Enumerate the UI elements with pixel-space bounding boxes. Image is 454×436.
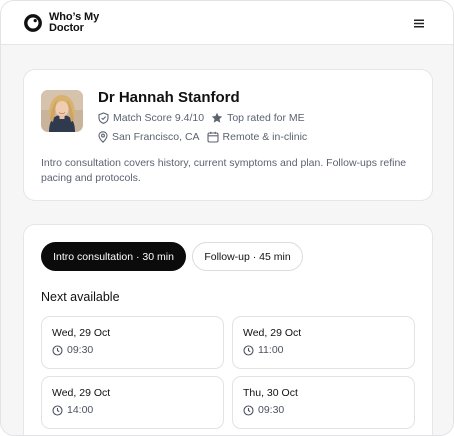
slot-time-text: 11:00 — [258, 344, 284, 356]
slot-time: 14:00 — [52, 404, 93, 416]
next-available-heading: Next available — [41, 290, 120, 304]
brand-line-2: Doctor — [49, 22, 84, 34]
brand-logo[interactable]: Who’s My Doctor — [49, 12, 99, 34]
doctor-description: Intro consultation covers history, curre… — [41, 157, 407, 184]
tab-intro-consultation[interactable]: Intro consultation · 30 min — [41, 242, 186, 271]
tab-follow-up[interactable]: Follow-up · 45 min — [192, 242, 303, 271]
time-slot[interactable]: Thu, 30 Oct 09:30 — [232, 376, 415, 429]
top-bar: Who’s My Doctor — [1, 1, 453, 45]
doctor-avatar — [41, 90, 83, 132]
calendar-icon — [206, 131, 219, 143]
doctor-badges: Match Score 9.4/10 Top rated for ME — [98, 112, 312, 124]
match-score-text: Match Score 9.4/10 — [113, 112, 205, 124]
time-slot[interactable]: Wed, 29 Oct 09:30 — [41, 316, 224, 369]
slot-date: Wed, 29 Oct — [52, 387, 111, 399]
slot-time: 11:00 — [243, 344, 284, 356]
match-score: Match Score 9.4/10 — [98, 112, 204, 124]
location-text: San Francisco, CA — [112, 131, 200, 143]
booking-card: Intro consultation · 30 min Follow-up · … — [23, 224, 433, 435]
rating-badge: Top rated for ME — [211, 112, 305, 124]
app-frame: Who’s My Doctor Dr Hannah Stanford Match… — [0, 0, 454, 436]
clock-icon — [52, 404, 63, 416]
clock-icon — [52, 344, 63, 356]
consult-mode: Remote & in-clinic — [206, 131, 308, 143]
menu-icon — [414, 19, 424, 27]
logo-ring-icon — [24, 14, 42, 32]
menu-button[interactable] — [410, 15, 428, 31]
slot-time-text: 09:30 — [67, 344, 94, 356]
location: San Francisco, CA — [98, 131, 200, 143]
slot-date: Wed, 29 Oct — [52, 327, 111, 339]
slot-time-text: 09:30 — [258, 404, 285, 416]
slot-date: Thu, 30 Oct — [243, 387, 298, 399]
doctor-name: Dr Hannah Stanford — [98, 89, 240, 106]
slot-time: 09:30 — [52, 344, 93, 356]
consult-mode-text: Remote & in-clinic — [222, 131, 308, 143]
clock-icon — [243, 344, 254, 356]
time-slot[interactable]: Wed, 29 Oct 11:00 — [232, 316, 415, 369]
doctor-profile-card: Dr Hannah Stanford Match Score 9.4/10 To… — [23, 69, 433, 201]
slot-time-text: 14:00 — [67, 404, 94, 416]
map-pin-icon — [98, 131, 108, 143]
star-icon — [211, 112, 223, 123]
doctor-location-row: San Francisco, CA Remote & in-clinic — [98, 131, 314, 143]
clock-icon — [243, 404, 254, 416]
time-slot[interactable]: Wed, 29 Oct 14:00 — [41, 376, 224, 429]
shield-check-icon — [98, 112, 109, 124]
slot-date: Wed, 29 Oct — [243, 327, 302, 339]
rating-badge-text: Top rated for ME — [227, 112, 305, 124]
slot-time: 09:30 — [243, 404, 284, 416]
